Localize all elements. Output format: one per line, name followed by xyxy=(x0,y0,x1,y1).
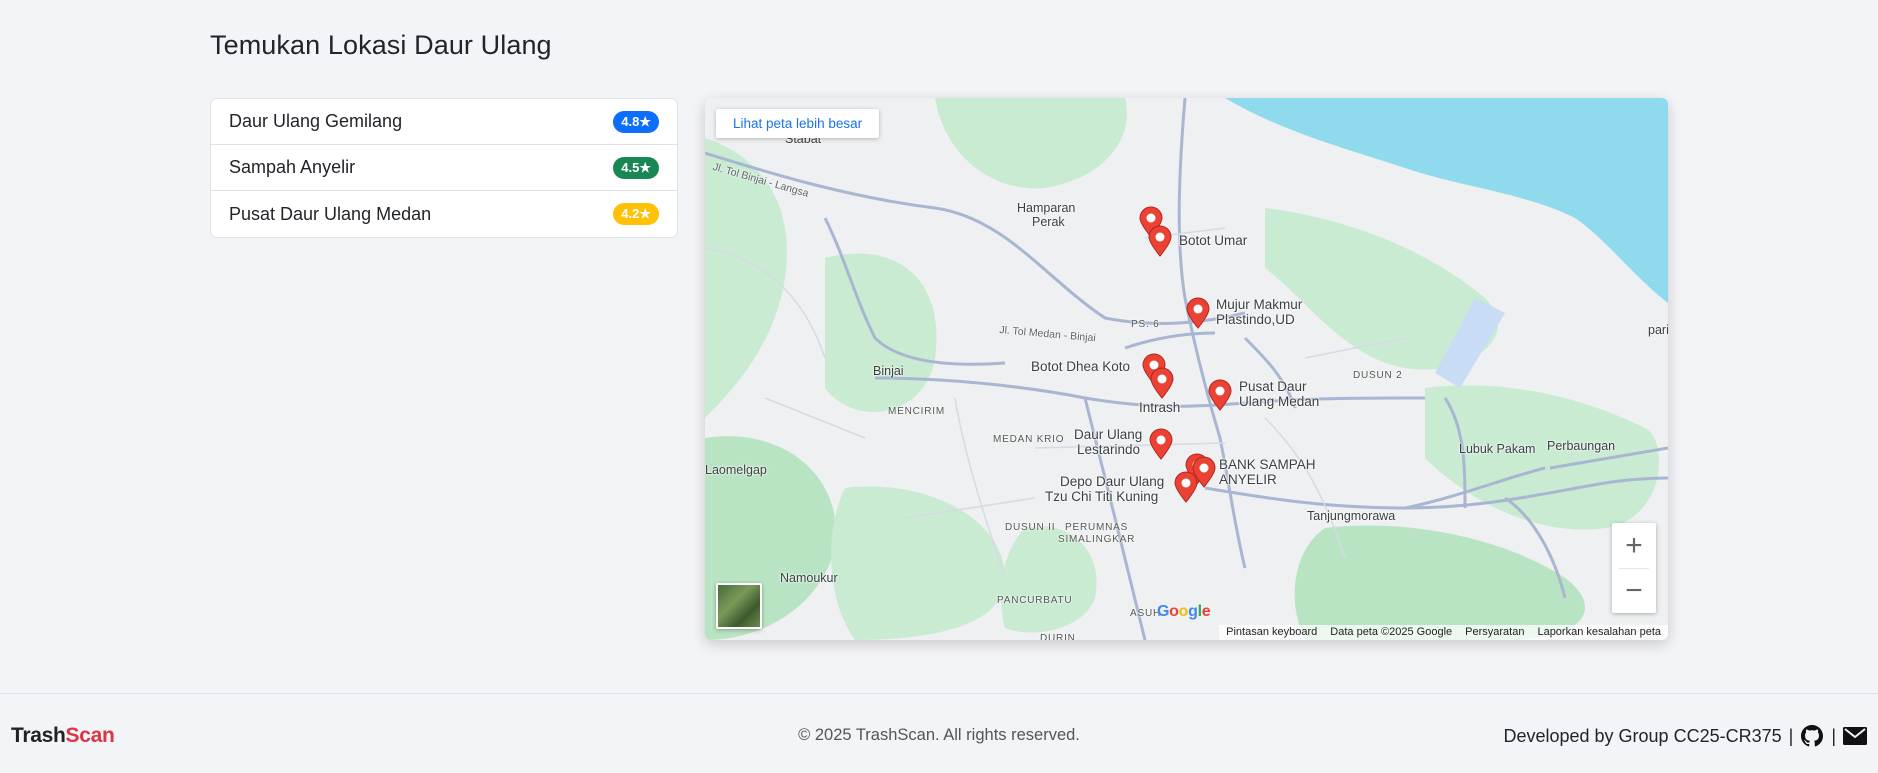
area-label: Perak xyxy=(1032,215,1065,229)
area-label: Lubuk Pakam xyxy=(1459,442,1536,456)
rating-badge: 4.2★ xyxy=(613,203,659,225)
mail-icon[interactable] xyxy=(1843,724,1867,748)
location-name: Sampah Anyelir xyxy=(229,157,356,177)
place-label: ANYELIR xyxy=(1219,472,1277,487)
location-name: Pusat Daur Ulang Medan xyxy=(229,203,432,224)
area-label: MEDAN KRIO xyxy=(993,434,1065,445)
map-pin-icon[interactable] xyxy=(1173,471,1199,503)
map-pin-icon[interactable] xyxy=(1149,367,1175,399)
place-label: Tzu Chi Titi Kuning xyxy=(1045,489,1159,504)
map-embed[interactable]: Stabat Jl. Tol Binjai - Langsa Hamparan … xyxy=(705,98,1668,640)
area-label: Hamparan xyxy=(1017,201,1076,215)
zoom-control: + − xyxy=(1612,523,1656,613)
area-label: pari xyxy=(1648,323,1668,337)
github-icon[interactable] xyxy=(1800,724,1824,748)
credits-text: Developed by Group CC25-CR375 xyxy=(1503,725,1782,746)
rating-badge: 4.8★ xyxy=(613,110,659,133)
area-label: DUSUN 2 xyxy=(1353,370,1403,381)
place-label: Depo Daur Ulang xyxy=(1060,474,1165,489)
place-label: Pusat Daur xyxy=(1239,379,1307,394)
place-label: Mujur Makmur xyxy=(1216,297,1303,312)
credits: Developed by Group CC25-CR375 | | xyxy=(1503,724,1867,748)
list-item[interactable]: Pusat Daur Ulang Medan 4.2★ xyxy=(211,191,677,237)
view-larger-map-button[interactable]: Lihat peta lebih besar xyxy=(716,109,880,138)
area-label: PANCURBATU xyxy=(997,595,1073,606)
list-item[interactable]: Sampah Anyelir 4.5★ xyxy=(211,145,677,191)
list-item[interactable]: Daur Ulang Gemilang 4.8★ xyxy=(211,99,677,145)
satellite-toggle-button[interactable] xyxy=(716,583,762,629)
google-logo: Google xyxy=(1157,603,1211,620)
location-name: Daur Ulang Gemilang xyxy=(229,111,403,131)
place-label: Ulang Medan xyxy=(1239,394,1320,409)
map-pin-icon[interactable] xyxy=(1148,428,1174,460)
area-label: Binjai xyxy=(873,364,904,378)
area-label: DUSUN II xyxy=(1005,522,1056,533)
map-pin-icon[interactable] xyxy=(1185,297,1211,329)
area-label: PS. 6 xyxy=(1131,319,1160,330)
separator: | xyxy=(1831,725,1836,746)
area-label: Tanjungmorawa xyxy=(1307,509,1396,523)
keyboard-shortcuts-link[interactable]: Pintasan keyboard xyxy=(1226,625,1317,640)
terms-link[interactable]: Persyaratan xyxy=(1465,625,1524,640)
separator: | xyxy=(1788,725,1794,746)
map-pin-icon[interactable] xyxy=(1147,225,1173,257)
map-data-text: Data peta ©2025 Google xyxy=(1330,626,1453,638)
rating-badge: 4.5★ xyxy=(613,156,659,179)
footer: TrashScan © 2025 TrashScan. All rights r… xyxy=(0,693,1878,773)
area-label: SIMALINGKAR xyxy=(1058,534,1136,545)
area-label: Perbaungan xyxy=(1547,439,1616,453)
area-label: Namoukur xyxy=(780,571,838,585)
place-label: BANK SAMPAH xyxy=(1219,457,1316,472)
map-canvas[interactable] xyxy=(705,98,1668,640)
place-label: Botot Dhea Koto xyxy=(1031,359,1131,374)
map-attribution: Pintasan keyboard Data peta ©2025 Google… xyxy=(1219,625,1668,640)
place-label: Lestarindo xyxy=(1077,442,1141,457)
area-label: DURIN xyxy=(1040,633,1076,640)
area-label: MENCIRIM xyxy=(888,406,945,417)
report-error-link[interactable]: Laporkan kesalahan peta xyxy=(1537,625,1661,640)
zoom-in-button[interactable]: + xyxy=(1612,523,1656,568)
zoom-out-button[interactable]: − xyxy=(1612,568,1656,613)
place-label: Botot Umar xyxy=(1179,233,1248,248)
area-label: Laomelgap xyxy=(705,463,767,477)
place-label: Daur Ulang xyxy=(1074,427,1143,442)
place-label: Plastindo,UD xyxy=(1216,312,1295,327)
location-list: Daur Ulang Gemilang 4.8★ Sampah Anyelir … xyxy=(210,98,678,238)
page-title: Temukan Lokasi Daur Ulang xyxy=(210,30,552,60)
divider xyxy=(1619,568,1649,569)
map-pin-icon[interactable] xyxy=(1207,379,1233,411)
place-label: Intrash xyxy=(1139,400,1181,415)
